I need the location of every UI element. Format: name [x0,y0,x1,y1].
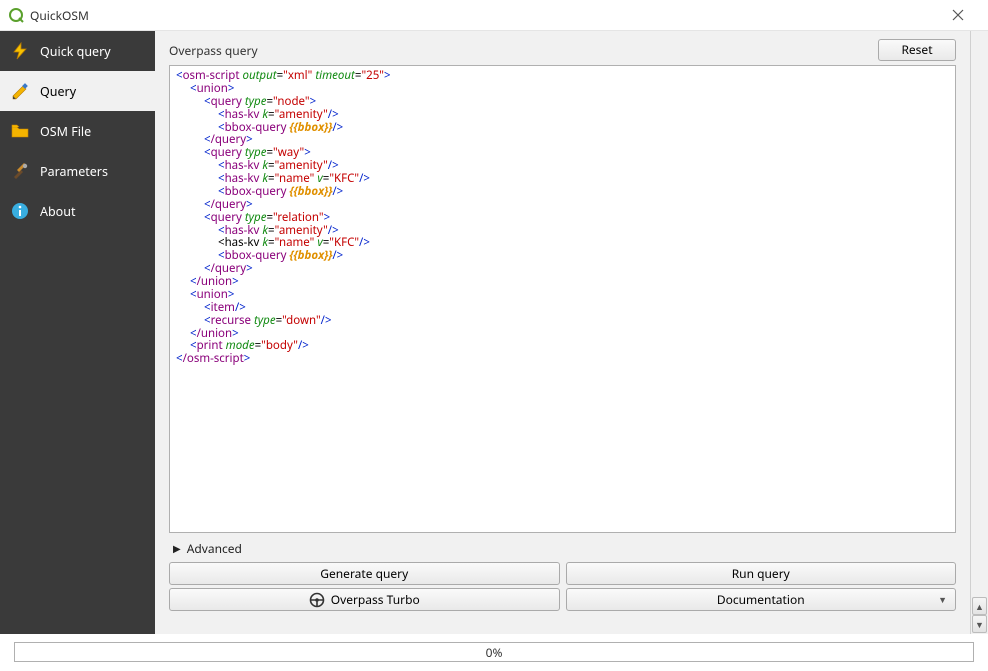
documentation-button[interactable]: Documentation ▼ [566,588,957,611]
scroll-down-button[interactable]: ▼ [972,615,987,633]
progress-text: 0% [486,644,503,661]
advanced-toggle[interactable]: ▶ Advanced [169,537,956,559]
reset-button[interactable]: Reset [878,39,956,61]
info-icon [10,201,30,221]
section-title: Overpass query [169,42,878,59]
advanced-label: Advanced [187,540,242,557]
pencil-icon [10,81,30,101]
chevron-right-icon: ▶ [173,541,181,555]
app-logo-icon [8,7,24,23]
button-label: Documentation [717,591,805,608]
sidebar-item-label: Parameters [40,163,108,180]
sidebar-item-label: About [40,203,75,220]
tools-icon [10,161,30,181]
window-title: QuickOSM [30,7,89,24]
chevron-down-icon: ▼ [938,593,947,606]
progress-bar: 0% [14,642,974,662]
button-label: Run query [732,565,790,582]
run-query-button[interactable]: Run query [566,562,957,585]
section-header: Overpass query Reset [169,39,956,61]
query-editor[interactable]: <osm-script output="xml" timeout="25"><u… [169,65,956,533]
vertical-scroll: ▲ ▼ [970,31,988,634]
sidebar-item-about[interactable]: About [0,191,155,231]
folder-icon [10,121,30,141]
sidebar: Quick query Query OSM File Parameters Ab… [0,31,155,634]
generate-query-button[interactable]: Generate query [169,562,560,585]
button-label: Generate query [320,565,408,582]
bolt-icon [10,41,30,61]
button-label: Overpass Turbo [331,591,420,608]
sidebar-item-osm-file[interactable]: OSM File [0,111,155,151]
window-close-button[interactable] [936,1,980,29]
close-icon [952,9,964,21]
scroll-up-button[interactable]: ▲ [972,597,987,615]
titlebar: QuickOSM [0,0,988,31]
sidebar-item-label: Quick query [40,43,111,60]
sidebar-item-quick-query[interactable]: Quick query [0,31,155,71]
progress-bar-container: 0% [0,634,988,670]
sidebar-item-parameters[interactable]: Parameters [0,151,155,191]
sidebar-item-label: Query [40,83,76,100]
overpass-turbo-button[interactable]: Overpass Turbo [169,588,560,611]
sidebar-item-query[interactable]: Query [0,71,155,111]
steering-wheel-icon [309,592,325,608]
sidebar-item-label: OSM File [40,123,91,140]
